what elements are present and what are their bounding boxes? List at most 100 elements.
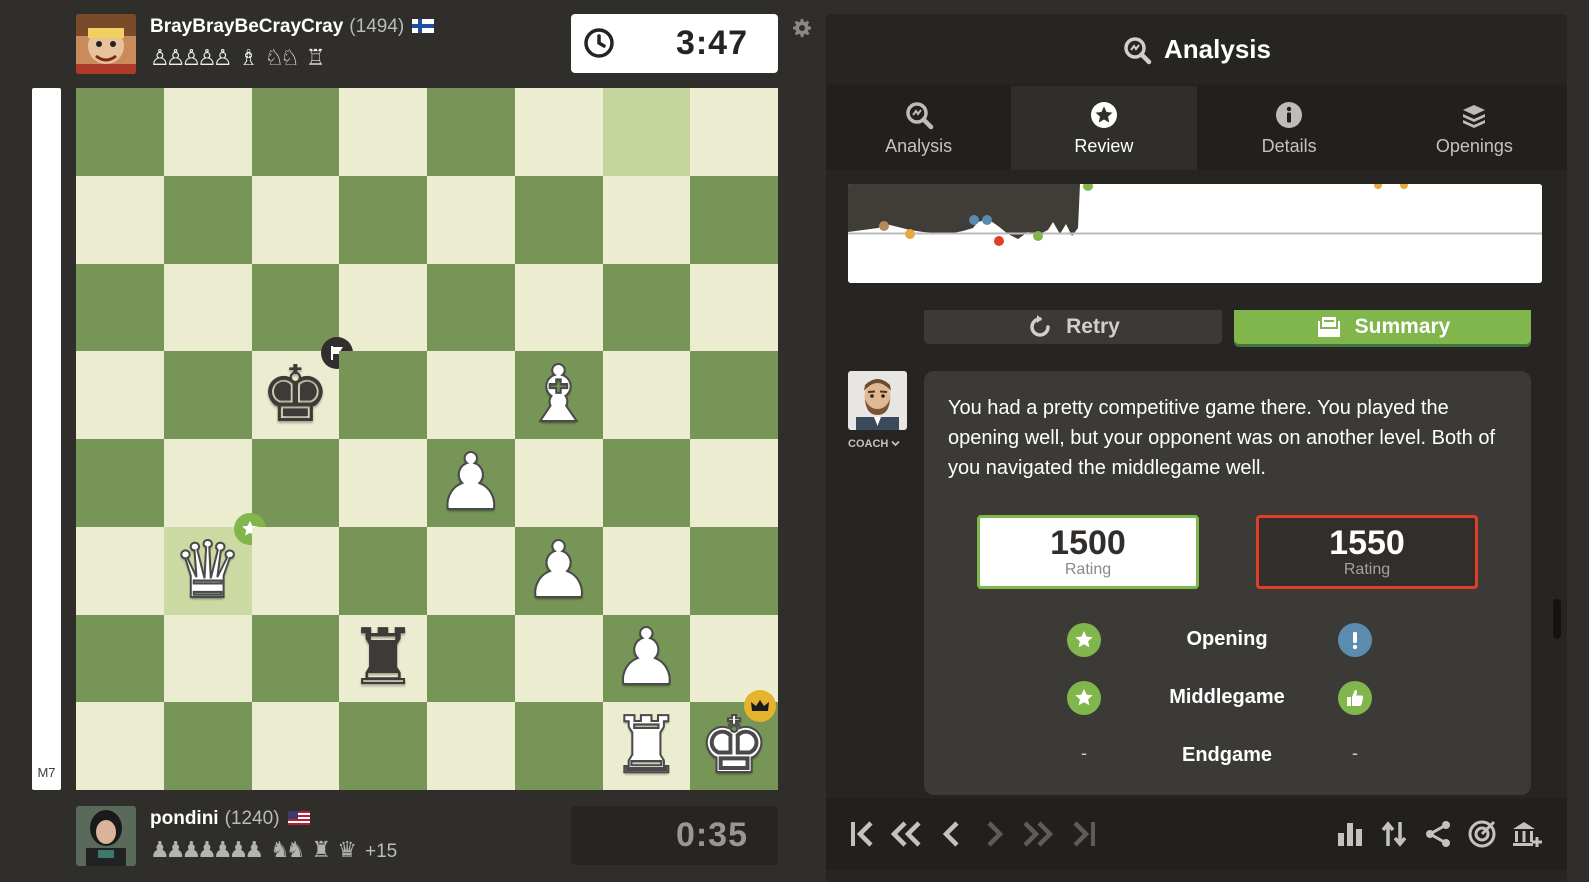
review-scrollbar[interactable] bbox=[1553, 599, 1561, 639]
square-h1[interactable]: ♚ bbox=[690, 690, 778, 790]
square-d1[interactable] bbox=[339, 702, 427, 790]
square-c6[interactable] bbox=[251, 263, 340, 352]
square-c8[interactable] bbox=[251, 88, 340, 176]
square-b1[interactable] bbox=[163, 702, 252, 790]
square-b5[interactable] bbox=[163, 351, 252, 439]
white-pawn[interactable]: ♟ bbox=[603, 615, 691, 703]
first-move-button[interactable] bbox=[844, 816, 880, 852]
coach-avatar[interactable] bbox=[848, 371, 907, 430]
square-f2[interactable] bbox=[514, 614, 603, 703]
square-a7[interactable] bbox=[76, 175, 164, 264]
back-fast-button[interactable] bbox=[888, 816, 924, 852]
square-g2[interactable]: ♟ bbox=[602, 614, 691, 703]
square-d2[interactable]: ♜ bbox=[339, 614, 427, 703]
square-g1[interactable]: ♜ bbox=[602, 702, 691, 790]
forward-fast-button[interactable] bbox=[1020, 816, 1056, 852]
white-bishop[interactable]: ♝ bbox=[515, 351, 603, 439]
square-d8[interactable] bbox=[339, 88, 427, 176]
summary-button[interactable]: Summary bbox=[1234, 310, 1531, 344]
square-h3[interactable] bbox=[690, 526, 778, 615]
top-player-username[interactable]: BrayBrayBeCrayCray bbox=[150, 16, 343, 37]
bottom-player-username[interactable]: pondini bbox=[150, 808, 219, 829]
white-rook[interactable]: ♜ bbox=[603, 702, 691, 790]
square-b8[interactable] bbox=[163, 88, 252, 176]
stats-button[interactable] bbox=[1332, 816, 1368, 852]
square-d3[interactable] bbox=[339, 526, 427, 615]
last-move-button[interactable] bbox=[1066, 816, 1102, 852]
square-e7[interactable] bbox=[427, 175, 515, 264]
square-a8[interactable] bbox=[76, 88, 164, 176]
square-b3[interactable]: ♛ bbox=[163, 512, 266, 615]
previous-move-button[interactable] bbox=[934, 816, 970, 852]
square-f5[interactable]: ♝ bbox=[514, 351, 603, 439]
square-g8[interactable] bbox=[602, 88, 691, 176]
square-f3[interactable]: ♟ bbox=[514, 526, 603, 615]
white-pawn[interactable]: ♟ bbox=[427, 439, 515, 527]
square-e6[interactable] bbox=[427, 263, 515, 352]
square-h4[interactable] bbox=[690, 439, 778, 527]
square-c7[interactable] bbox=[251, 175, 340, 264]
tab-details[interactable]: Details bbox=[1196, 86, 1382, 170]
share-button[interactable] bbox=[1420, 816, 1456, 852]
square-h5[interactable] bbox=[690, 351, 778, 439]
coach-selector[interactable]: COACH bbox=[848, 438, 907, 450]
square-c5[interactable]: ♚ bbox=[251, 337, 354, 439]
square-f8[interactable] bbox=[514, 88, 603, 176]
square-b6[interactable] bbox=[163, 263, 252, 352]
add-to-library-button[interactable] bbox=[1508, 816, 1544, 852]
square-e3[interactable] bbox=[427, 526, 515, 615]
square-d7[interactable] bbox=[339, 175, 427, 264]
square-a3[interactable] bbox=[76, 526, 164, 615]
square-a1[interactable] bbox=[76, 702, 164, 790]
square-h6[interactable] bbox=[690, 263, 778, 352]
square-g4[interactable] bbox=[602, 439, 691, 527]
bottom-player-avatar[interactable] bbox=[76, 806, 136, 866]
square-d6[interactable] bbox=[339, 263, 427, 352]
tab-openings[interactable]: Openings bbox=[1381, 86, 1567, 170]
square-f6[interactable] bbox=[514, 263, 603, 352]
square-c2[interactable] bbox=[251, 614, 340, 703]
flip-board-button[interactable] bbox=[1376, 816, 1412, 852]
square-a5[interactable] bbox=[76, 351, 164, 439]
square-g6[interactable] bbox=[602, 263, 691, 352]
retry-button[interactable]: Retry bbox=[924, 310, 1222, 344]
square-c3[interactable] bbox=[251, 526, 340, 615]
square-f7[interactable] bbox=[514, 175, 603, 264]
square-d4[interactable] bbox=[339, 439, 427, 527]
square-c4[interactable] bbox=[251, 439, 340, 527]
square-b4[interactable] bbox=[163, 439, 252, 527]
tab-review[interactable]: Review bbox=[1011, 86, 1197, 170]
square-h7[interactable] bbox=[690, 175, 778, 264]
square-e8[interactable] bbox=[427, 88, 515, 176]
square-g7[interactable] bbox=[602, 175, 691, 264]
black-rook[interactable]: ♜ bbox=[339, 615, 427, 703]
practice-target-button[interactable] bbox=[1464, 816, 1500, 852]
top-player-avatar[interactable] bbox=[76, 14, 136, 74]
chess-board[interactable]: ♚ ♝ ♟ ♛ ♟ ♜ ♟ ♜ ♚ bbox=[76, 88, 778, 790]
coach[interactable]: COACH bbox=[848, 371, 907, 450]
square-f4[interactable] bbox=[514, 439, 603, 527]
square-e5[interactable] bbox=[427, 351, 515, 439]
square-g5[interactable] bbox=[602, 351, 691, 439]
square-c1[interactable] bbox=[251, 702, 340, 790]
square-d5[interactable] bbox=[339, 351, 427, 439]
tab-analysis[interactable]: Analysis bbox=[826, 86, 1012, 170]
top-player-name[interactable]: BrayBrayBeCrayCray (1494) bbox=[150, 16, 435, 38]
square-a6[interactable] bbox=[76, 263, 164, 352]
next-move-button[interactable] bbox=[976, 816, 1012, 852]
square-h8[interactable] bbox=[690, 88, 778, 176]
settings-gear-icon[interactable] bbox=[790, 16, 814, 40]
white-pawn[interactable]: ♟ bbox=[515, 527, 603, 615]
square-g3[interactable] bbox=[602, 526, 691, 615]
square-e4[interactable]: ♟ bbox=[427, 439, 515, 527]
square-b2[interactable] bbox=[163, 614, 252, 703]
square-a2[interactable] bbox=[76, 614, 164, 703]
square-b7[interactable] bbox=[163, 175, 252, 264]
square-e2[interactable] bbox=[427, 614, 515, 703]
bottom-player-name[interactable]: pondini (1240) bbox=[150, 808, 310, 830]
evaluation-graph[interactable] bbox=[848, 184, 1542, 283]
square-e1[interactable] bbox=[427, 702, 515, 790]
square-a4[interactable] bbox=[76, 439, 164, 527]
square-f1[interactable] bbox=[514, 702, 603, 790]
square-h2[interactable] bbox=[690, 614, 778, 703]
